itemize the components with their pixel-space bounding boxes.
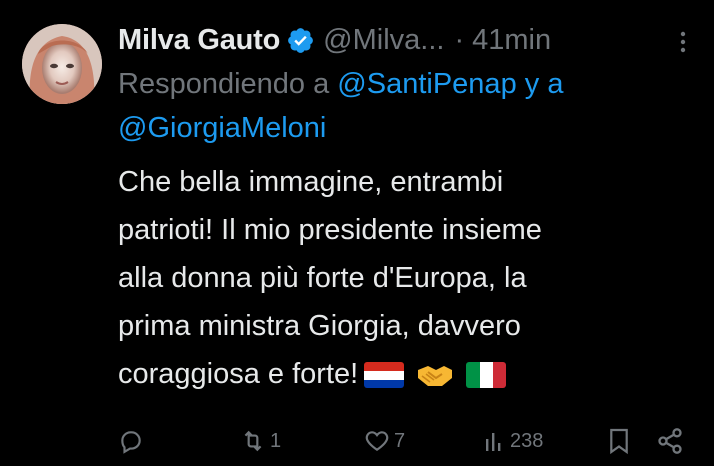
- display-name[interactable]: Milva Gauto: [118, 18, 280, 62]
- tweet-timestamp[interactable]: 41min: [472, 18, 551, 62]
- retweet-icon: [244, 430, 262, 452]
- emoji-row: [364, 360, 507, 390]
- mention-santipenap[interactable]: @SantiPenap: [337, 68, 516, 100]
- more-options-icon[interactable]: [676, 30, 690, 54]
- reply-icon: [121, 431, 141, 454]
- avatar-image: [22, 24, 102, 104]
- tweet-actions-bar: 1 7 238: [0, 424, 714, 460]
- avatar[interactable]: [22, 24, 102, 104]
- verified-badge-icon: [288, 27, 314, 53]
- handshake-icon: [418, 366, 453, 387]
- user-handle[interactable]: @Milva...: [323, 18, 444, 62]
- reply-button[interactable]: [118, 424, 148, 458]
- share-button[interactable]: [656, 424, 684, 458]
- mention-giorgiameloni[interactable]: @GiorgiaMeloni: [118, 112, 326, 144]
- share-icon: [658, 428, 682, 454]
- tweet-text: Che bella immagine, entrambi patrioti! I…: [118, 158, 678, 398]
- replying-and[interactable]: y a: [525, 68, 564, 100]
- retweet-button[interactable]: 1: [240, 424, 281, 458]
- views-icon: [486, 433, 501, 451]
- like-count: 7: [394, 429, 406, 452]
- flag-italy-icon: [466, 362, 507, 389]
- retweet-count: 1: [270, 429, 282, 452]
- tweet-body: Che bella immagine, entrambi patrioti! I…: [118, 166, 542, 390]
- separator-dot: ·: [454, 24, 465, 56]
- bookmark-icon: [610, 428, 628, 455]
- flag-paraguay-icon: [364, 362, 405, 389]
- views-button[interactable]: 238: [484, 424, 543, 458]
- replying-to-line: Respondiendo a @SantiPenap y a @GiorgiaM…: [118, 62, 698, 150]
- replying-prefix: Respondiendo a: [118, 68, 330, 100]
- like-button[interactable]: 7: [364, 424, 405, 458]
- tweet-header: Milva Gauto @Milva... · 41min: [118, 18, 698, 62]
- views-count: 238: [510, 429, 544, 452]
- tweet-content: Milva Gauto @Milva... · 41min Respondien…: [118, 18, 698, 398]
- heart-icon: [365, 431, 389, 451]
- bookmark-button[interactable]: [608, 424, 630, 458]
